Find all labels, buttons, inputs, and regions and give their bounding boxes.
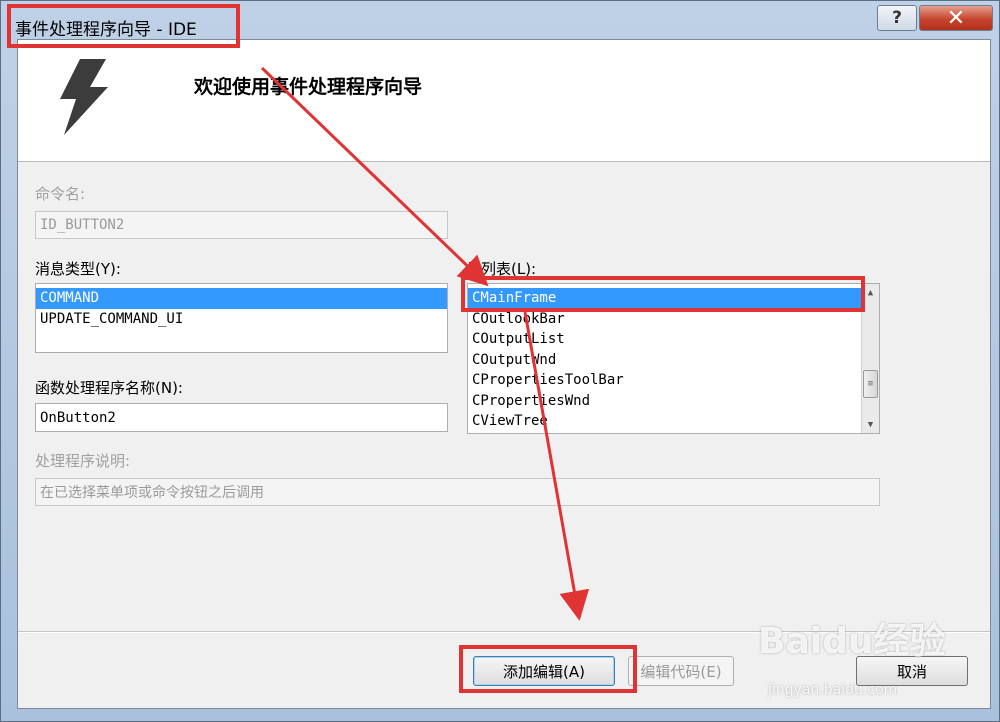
baidu-watermark-url: jingyan.baidu.com xyxy=(768,682,898,698)
baidu-watermark: Baidu经验 xyxy=(758,621,946,662)
arrow-class-to-button xyxy=(523,311,590,621)
arrow-title-to-class xyxy=(260,66,489,287)
